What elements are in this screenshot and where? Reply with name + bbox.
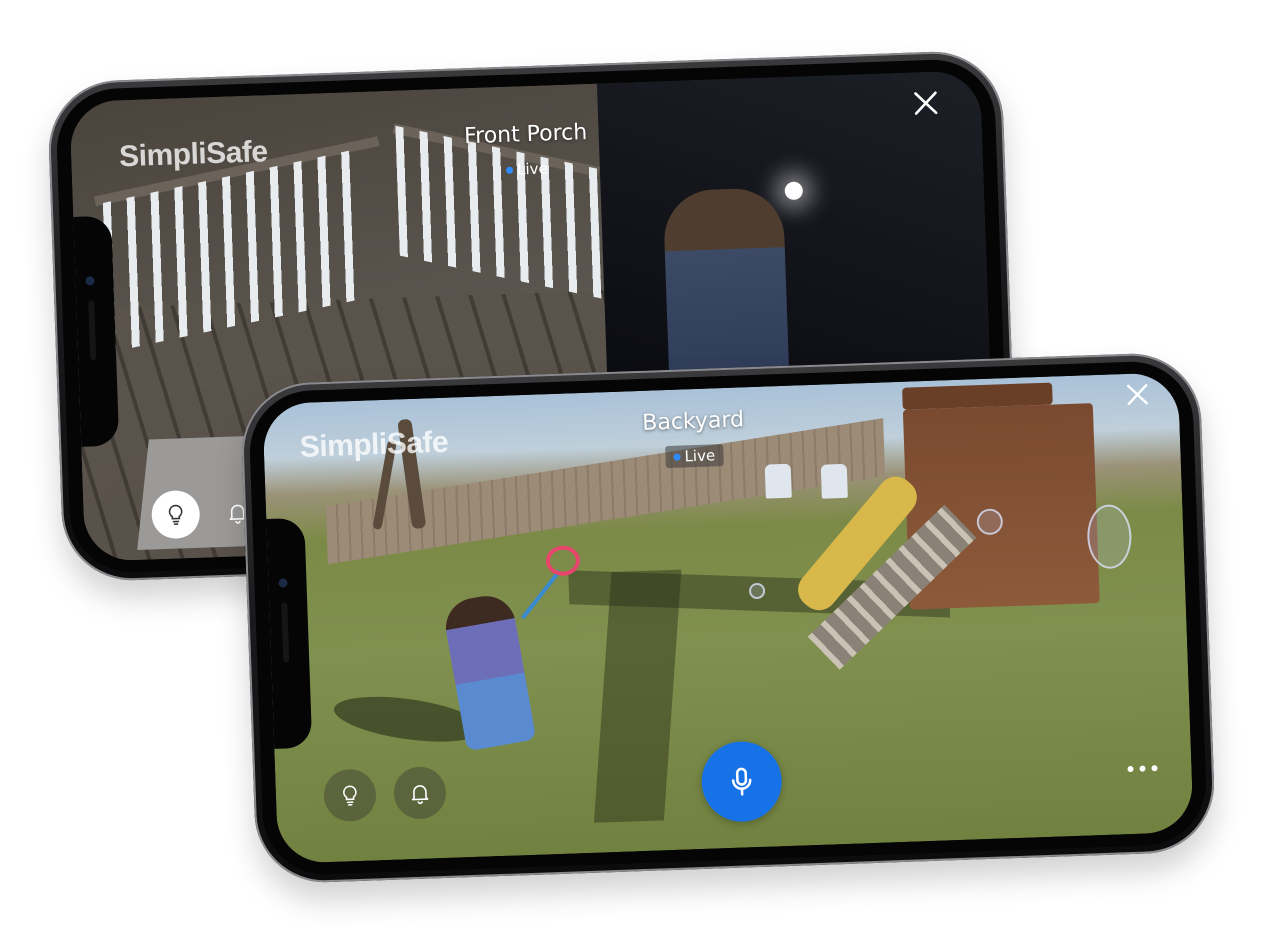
lawn-chair [764, 463, 792, 499]
phone-notch [266, 517, 313, 749]
backyard-phone: SimpliSafe Backyard Live [239, 351, 1217, 885]
live-status-badge: Live [498, 157, 556, 181]
brand-logo: SimpliSafe [118, 135, 269, 174]
more-options-button[interactable] [1127, 765, 1158, 773]
microphone-icon [731, 767, 752, 796]
bell-icon [411, 785, 429, 805]
more-dots-icon [1151, 765, 1158, 772]
front-camera [85, 276, 95, 286]
camera-title: Front Porch [463, 119, 588, 150]
close-button[interactable] [910, 88, 941, 119]
live-label: Live [516, 159, 548, 179]
camera-title: Backyard [641, 407, 745, 436]
person-on-porch [662, 187, 790, 392]
live-dot-icon [673, 453, 681, 461]
close-button[interactable] [1122, 379, 1153, 410]
lightbulb-icon [343, 785, 357, 806]
lawn-chair [820, 463, 848, 499]
close-icon [914, 91, 938, 115]
brand-logo: SimpliSafe [299, 425, 449, 464]
close-icon [1126, 384, 1148, 406]
phone-notch [73, 215, 120, 447]
live-dot-icon [505, 166, 514, 174]
front-camera [278, 578, 288, 588]
earpiece-speaker [281, 602, 290, 663]
live-label: Live [684, 446, 716, 466]
earpiece-speaker [88, 300, 97, 361]
lightbulb-icon [168, 504, 183, 525]
more-dots-icon [1127, 765, 1134, 773]
bubble-wand [521, 569, 562, 620]
more-dots-icon [1139, 765, 1146, 772]
stage: SimpliSafe Front Porch Live SimpliSafe B… [0, 0, 1272, 940]
live-status-badge: Live [665, 444, 724, 469]
backyard-live-view: SimpliSafe Backyard Live [262, 372, 1194, 864]
